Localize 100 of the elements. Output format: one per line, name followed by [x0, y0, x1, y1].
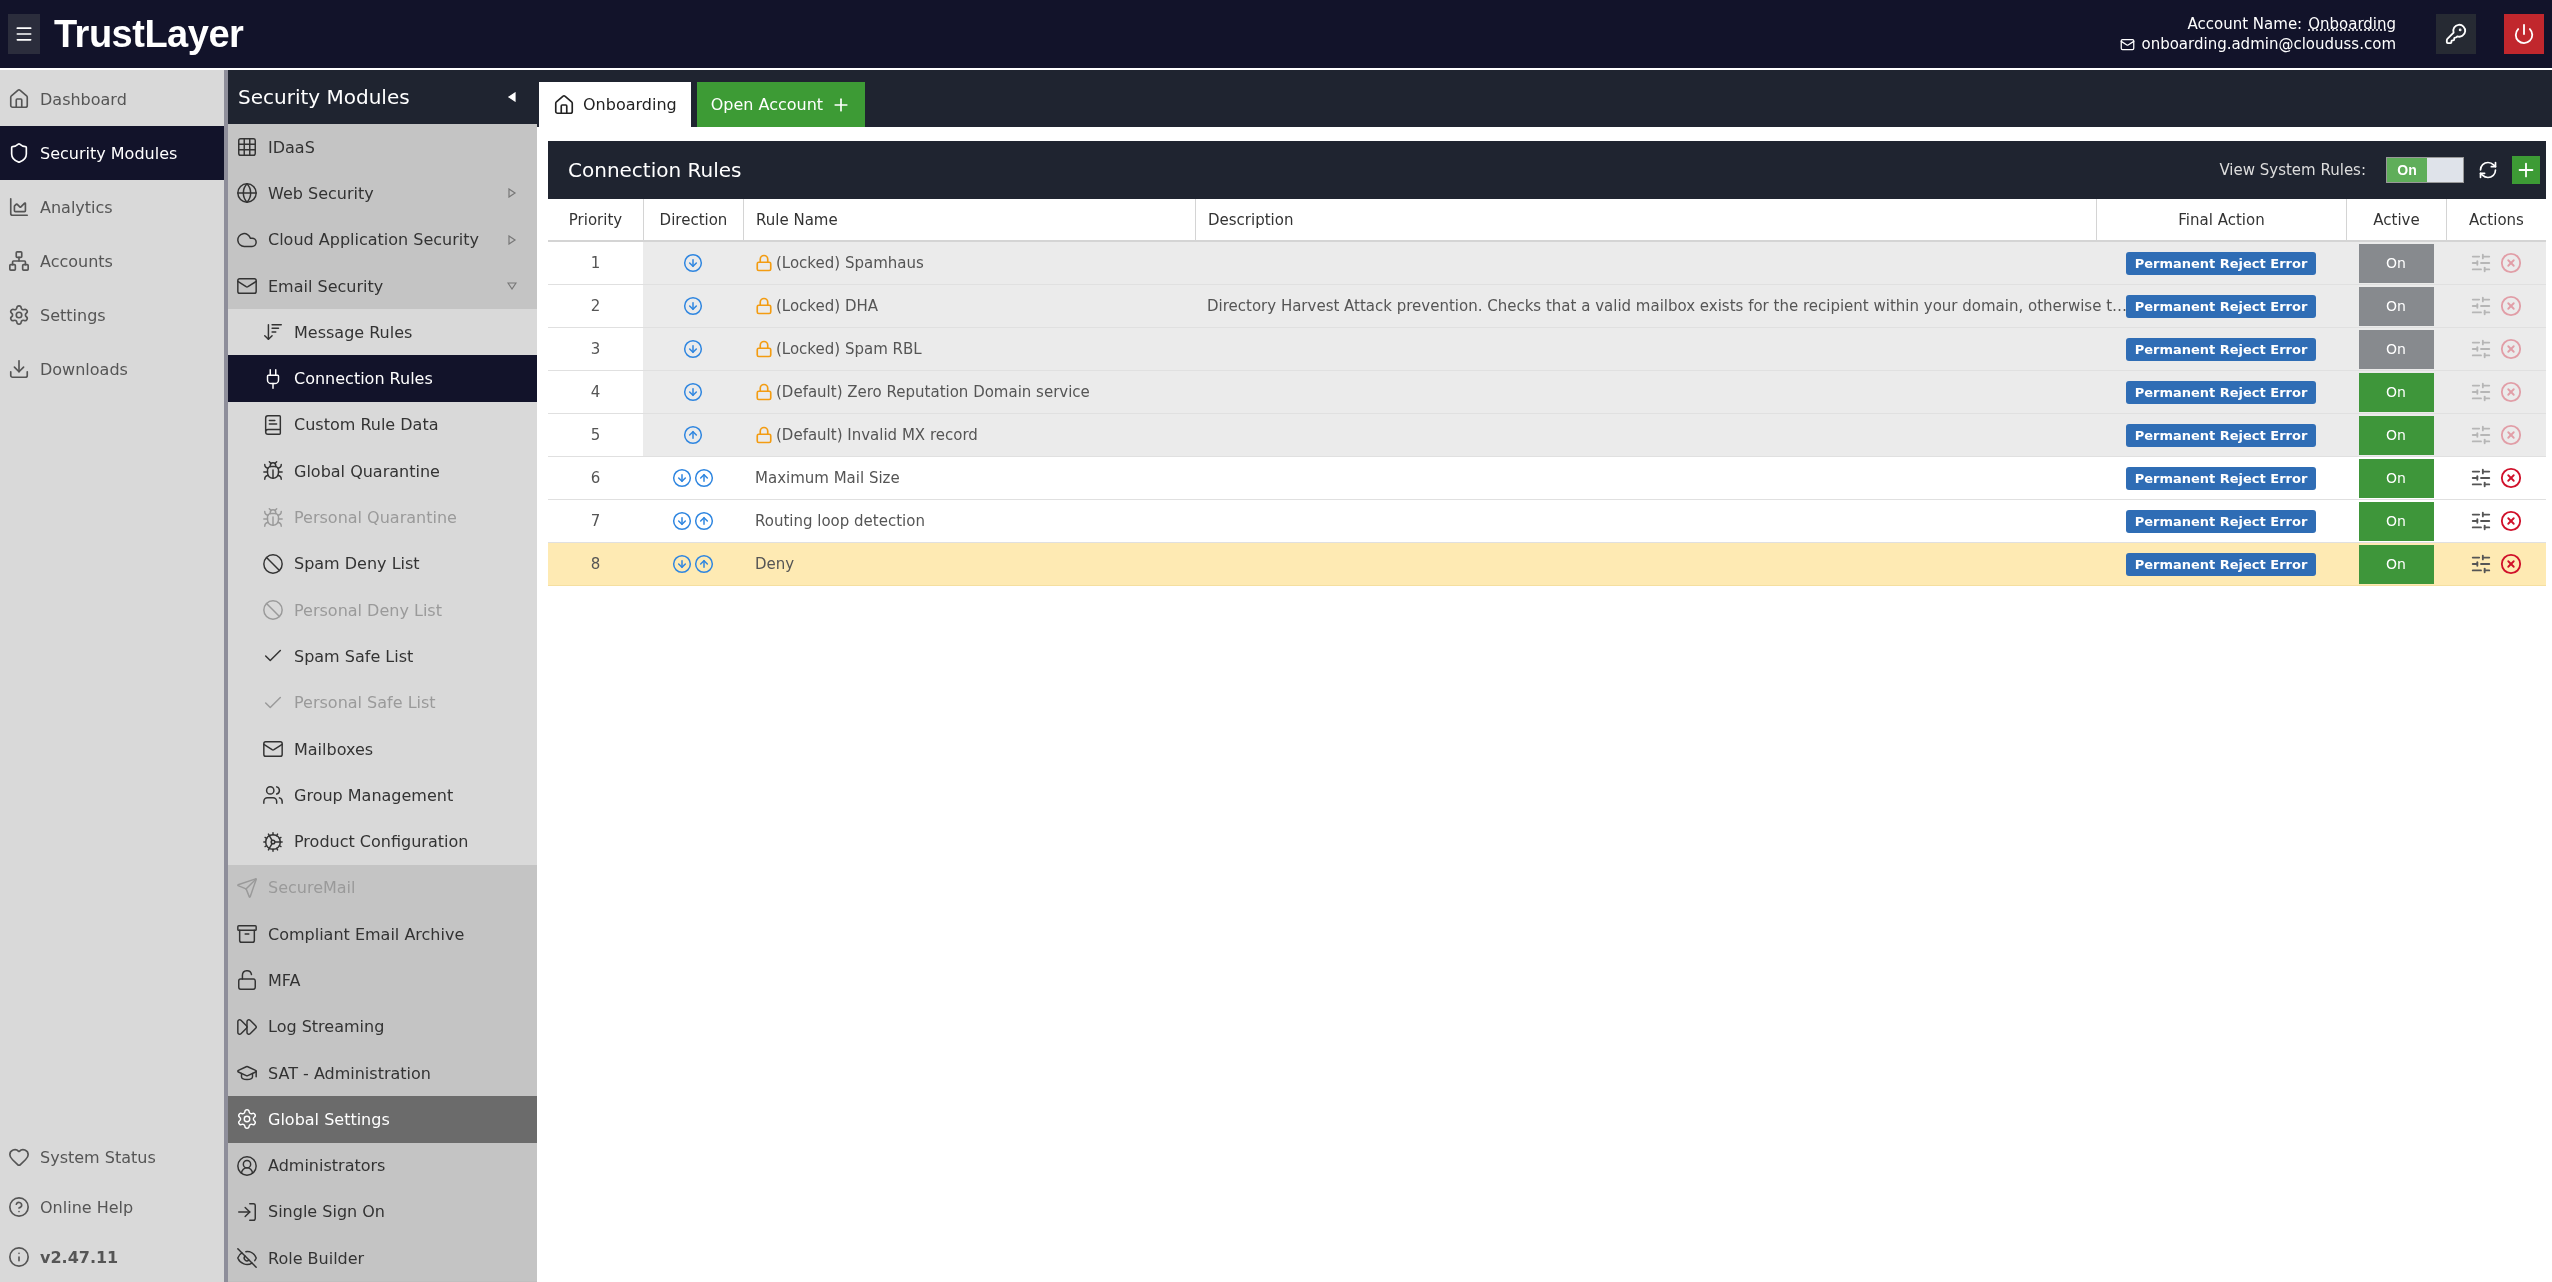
- module-item[interactable]: Spam Safe List: [228, 633, 537, 680]
- settings-button[interactable]: [2470, 553, 2492, 575]
- nav-item[interactable]: System Status: [0, 1132, 224, 1182]
- settings-button[interactable]: [2470, 467, 2492, 489]
- arrow-down-icon: [672, 468, 692, 488]
- delete-icon: [2500, 553, 2522, 575]
- module-item[interactable]: Single Sign On: [228, 1188, 537, 1236]
- nav-item[interactable]: Accounts: [0, 234, 224, 288]
- active-toggle[interactable]: On: [2358, 415, 2434, 455]
- help-icon: [8, 1196, 30, 1218]
- module-item[interactable]: SAT - Administration: [228, 1049, 537, 1097]
- rule-name: (Default) Zero Reputation Domain service: [776, 383, 1090, 401]
- active-toggle[interactable]: On: [2358, 544, 2434, 584]
- settings-button[interactable]: [2470, 510, 2492, 532]
- arrow-down-icon: [683, 253, 703, 273]
- sliders-icon: [2470, 510, 2492, 532]
- sliders-icon: [2470, 381, 2492, 403]
- module-item[interactable]: IDaaS: [228, 124, 537, 171]
- refresh-icon: [2478, 160, 2498, 180]
- module-item[interactable]: Custom Rule Data: [228, 401, 537, 449]
- add-button[interactable]: [2512, 156, 2540, 184]
- sliders-icon: [2470, 553, 2492, 575]
- active-toggle[interactable]: On: [2358, 372, 2434, 412]
- module-item[interactable]: Message Rules: [228, 309, 537, 356]
- gear-icon: [236, 1108, 258, 1131]
- table-row[interactable]: 4 (Default) Zero Reputation Domain service Permanent Reject Error On: [548, 371, 2546, 414]
- globe-icon: [236, 182, 258, 205]
- active-toggle[interactable]: On: [2358, 501, 2434, 541]
- account-name-link[interactable]: Onboarding: [2308, 15, 2396, 33]
- priority-cell: 3: [548, 328, 643, 370]
- key-button[interactable]: [2436, 14, 2476, 54]
- menu-button[interactable]: [8, 14, 40, 54]
- final-action-badge: Permanent Reject Error: [2125, 337, 2317, 361]
- sliders-icon: [2470, 252, 2492, 274]
- nav-item[interactable]: Online Help: [0, 1182, 224, 1232]
- user-circle-icon: [236, 1154, 258, 1177]
- table-row[interactable]: 5 (Default) Invalid MX record Permanent Reject Error On: [548, 414, 2546, 457]
- module-item[interactable]: Cloud Application Security: [228, 216, 537, 263]
- logo: TrustLayer: [54, 12, 244, 56]
- column-header[interactable]: Actions: [2446, 199, 2546, 240]
- module-item[interactable]: Mailboxes: [228, 725, 537, 773]
- table-row[interactable]: 6 Maximum Mail Size Permanent Reject Error On: [548, 457, 2546, 500]
- sign-in-icon: [236, 1200, 258, 1223]
- delete-icon: [2500, 252, 2522, 274]
- delete-button[interactable]: [2500, 553, 2522, 575]
- table-row[interactable]: 8 Deny Permanent Reject Error On: [548, 543, 2546, 586]
- module-item[interactable]: Compliant Email Archive: [228, 911, 537, 958]
- module-item[interactable]: Connection Rules: [228, 355, 537, 402]
- grid-icon: [236, 136, 258, 159]
- heart-icon: [8, 1146, 30, 1168]
- active-toggle[interactable]: On: [2358, 458, 2434, 498]
- column-header[interactable]: Direction: [643, 199, 743, 240]
- module-item[interactable]: Email Security: [228, 262, 537, 310]
- module-item[interactable]: Log Streaming: [228, 1003, 537, 1050]
- power-icon: [2513, 23, 2535, 45]
- module-item[interactable]: Global Settings: [228, 1096, 537, 1143]
- lock-icon: [755, 426, 773, 444]
- tab[interactable]: Onboarding: [539, 82, 691, 127]
- delete-button[interactable]: [2500, 467, 2522, 489]
- module-item[interactable]: Spam Deny List: [228, 540, 537, 587]
- bug-icon: [262, 460, 284, 483]
- download-icon: [8, 358, 30, 380]
- key-icon: [2445, 23, 2467, 45]
- delete-button[interactable]: [2500, 510, 2522, 532]
- shield-icon: [8, 142, 30, 164]
- final-action-badge: Permanent Reject Error: [2125, 509, 2317, 533]
- column-header[interactable]: Final Action: [2096, 199, 2346, 240]
- module-item[interactable]: Global Quarantine: [228, 448, 537, 495]
- envelope-icon: [262, 738, 284, 760]
- column-header[interactable]: Rule Name: [743, 199, 1195, 240]
- final-action-badge: Permanent Reject Error: [2125, 552, 2317, 576]
- final-action-badge: Permanent Reject Error: [2125, 251, 2317, 275]
- column-header[interactable]: Priority: [548, 199, 643, 240]
- nav-item[interactable]: Dashboard: [0, 72, 224, 126]
- arrow-down-icon: [672, 554, 692, 574]
- lock-icon: [755, 340, 773, 358]
- home-icon: [8, 88, 30, 110]
- module-item[interactable]: Role Builder: [228, 1235, 537, 1282]
- table-row[interactable]: 7 Routing loop detection Permanent Reject Error On: [548, 500, 2546, 543]
- column-header[interactable]: Active: [2346, 199, 2446, 240]
- arrow-up-icon: [683, 425, 703, 445]
- module-item[interactable]: Product Configuration: [228, 818, 537, 865]
- module-item[interactable]: Web Security: [228, 170, 537, 217]
- power-button[interactable]: [2504, 14, 2544, 54]
- module-item[interactable]: MFA: [228, 957, 537, 1004]
- tab[interactable]: Open Account: [696, 82, 866, 127]
- panel-title: Connection Rules: [568, 158, 743, 182]
- column-header[interactable]: Description: [1195, 199, 2096, 240]
- caret-icon: [507, 92, 517, 102]
- nav-item[interactable]: Analytics: [0, 180, 224, 234]
- module-item[interactable]: Administrators: [228, 1142, 537, 1189]
- priority-cell: 1: [548, 242, 643, 284]
- nav-item[interactable]: Downloads: [0, 342, 224, 396]
- send-icon: [236, 876, 258, 899]
- nav-item[interactable]: Settings: [0, 288, 224, 342]
- hierarchy-icon: [8, 250, 30, 272]
- final-action-badge: Permanent Reject Error: [2125, 466, 2317, 490]
- module-item[interactable]: Group Management: [228, 772, 537, 819]
- nav-item[interactable]: Security Modules: [0, 126, 224, 180]
- rule-description: Directory Harvest Attack prevention. Checks that a valid mailbox exists for the recipient within your domain, otherwise t…: [1207, 297, 2128, 315]
